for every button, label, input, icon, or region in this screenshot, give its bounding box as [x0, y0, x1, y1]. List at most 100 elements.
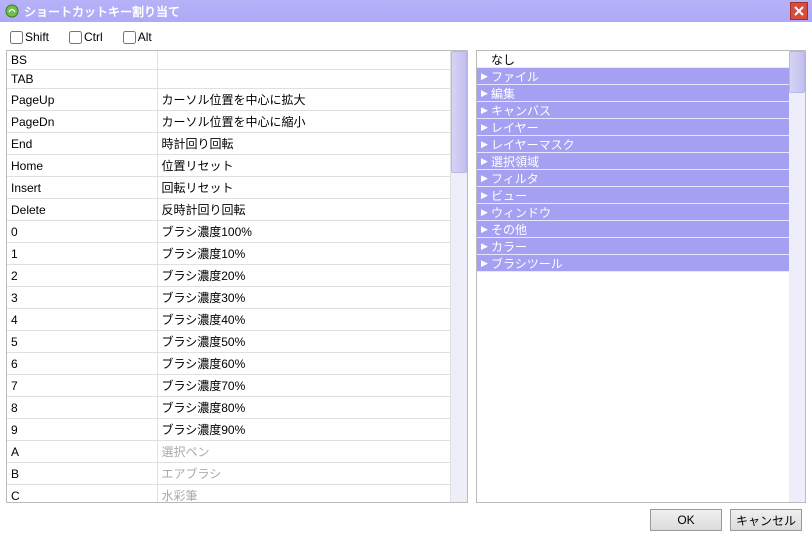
table-row[interactable]: 9ブラシ濃度90%: [7, 419, 451, 441]
key-table: BSTABPageUpカーソル位置を中心に拡大PageDnカーソル位置を中心に縮…: [7, 51, 451, 502]
category-item[interactable]: ▶編集: [477, 85, 789, 102]
shift-checkbox-label[interactable]: Shift: [10, 30, 49, 44]
table-row[interactable]: 3ブラシ濃度30%: [7, 287, 451, 309]
category-label: カラー: [491, 238, 527, 255]
category-item[interactable]: ▶レイヤー: [477, 119, 789, 136]
ctrl-checkbox-label[interactable]: Ctrl: [69, 30, 103, 44]
category-item[interactable]: ▶ウィンドウ: [477, 204, 789, 221]
key-cell: PageDn: [7, 111, 157, 133]
alt-checkbox-label[interactable]: Alt: [123, 30, 152, 44]
key-cell: 4: [7, 309, 157, 331]
key-cell: 3: [7, 287, 157, 309]
table-row[interactable]: Insert回転リセット: [7, 177, 451, 199]
action-cell: ブラシ濃度10%: [157, 243, 451, 265]
category-label: ファイル: [491, 68, 539, 85]
titlebar: ショートカットキー割り当て: [0, 0, 812, 22]
key-cell: B: [7, 463, 157, 485]
key-cell: A: [7, 441, 157, 463]
table-row[interactable]: 1ブラシ濃度10%: [7, 243, 451, 265]
table-row[interactable]: 8ブラシ濃度80%: [7, 397, 451, 419]
action-cell: ブラシ濃度80%: [157, 397, 451, 419]
table-row[interactable]: Bエアブラシ: [7, 463, 451, 485]
shift-label: Shift: [25, 30, 49, 44]
category-item[interactable]: ▶ブラシツール: [477, 255, 789, 272]
action-cell: ブラシ濃度50%: [157, 331, 451, 353]
category-list: ▶なし▶ファイル▶編集▶キャンバス▶レイヤー▶レイヤーマスク▶選択領域▶フィルタ…: [477, 51, 789, 272]
category-item[interactable]: ▶カラー: [477, 238, 789, 255]
table-row[interactable]: 2ブラシ濃度20%: [7, 265, 451, 287]
category-body[interactable]: ▶なし▶ファイル▶編集▶キャンバス▶レイヤー▶レイヤーマスク▶選択領域▶フィルタ…: [477, 51, 789, 502]
table-row[interactable]: 0ブラシ濃度100%: [7, 221, 451, 243]
key-cell: TAB: [7, 70, 157, 89]
action-cell: ブラシ濃度60%: [157, 353, 451, 375]
key-cell: PageUp: [7, 89, 157, 111]
ctrl-label: Ctrl: [84, 30, 103, 44]
right-vertical-scrollbar[interactable]: [789, 51, 805, 502]
table-row[interactable]: Home位置リセット: [7, 155, 451, 177]
category-label: レイヤー: [491, 119, 539, 136]
table-row[interactable]: BS: [7, 51, 451, 70]
key-cell: BS: [7, 51, 157, 70]
expand-arrow-icon: ▶: [481, 258, 491, 269]
action-cell: 時計回り回転: [157, 133, 451, 155]
window-title: ショートカットキー割り当て: [24, 3, 180, 20]
category-item[interactable]: ▶ビュー: [477, 187, 789, 204]
action-cell: エアブラシ: [157, 463, 451, 485]
table-row[interactable]: PageUpカーソル位置を中心に拡大: [7, 89, 451, 111]
key-cell: Delete: [7, 199, 157, 221]
expand-arrow-icon: ▶: [481, 156, 491, 167]
table-row[interactable]: A選択ペン: [7, 441, 451, 463]
key-cell: 7: [7, 375, 157, 397]
table-row[interactable]: 7ブラシ濃度70%: [7, 375, 451, 397]
category-label: なし: [491, 51, 515, 68]
expand-arrow-icon: ▶: [481, 241, 491, 252]
category-item[interactable]: ▶なし: [477, 51, 789, 68]
key-assignment-pane: BSTABPageUpカーソル位置を中心に拡大PageDnカーソル位置を中心に縮…: [6, 50, 468, 503]
ctrl-checkbox[interactable]: [69, 31, 82, 44]
category-label: その他: [491, 221, 527, 238]
table-row[interactable]: 6ブラシ濃度60%: [7, 353, 451, 375]
category-item[interactable]: ▶ファイル: [477, 68, 789, 85]
table-row[interactable]: TAB: [7, 70, 451, 89]
key-table-body[interactable]: BSTABPageUpカーソル位置を中心に拡大PageDnカーソル位置を中心に縮…: [7, 51, 451, 502]
table-row[interactable]: End時計回り回転: [7, 133, 451, 155]
key-cell: 8: [7, 397, 157, 419]
key-cell: 0: [7, 221, 157, 243]
category-label: フィルタ: [491, 170, 539, 187]
category-item[interactable]: ▶キャンバス: [477, 102, 789, 119]
shift-checkbox[interactable]: [10, 31, 23, 44]
action-cell: カーソル位置を中心に拡大: [157, 89, 451, 111]
key-cell: End: [7, 133, 157, 155]
table-row[interactable]: PageDnカーソル位置を中心に縮小: [7, 111, 451, 133]
category-item[interactable]: ▶フィルタ: [477, 170, 789, 187]
cancel-button[interactable]: キャンセル: [730, 509, 802, 531]
table-row[interactable]: 5ブラシ濃度50%: [7, 331, 451, 353]
action-cell: 水彩筆: [157, 485, 451, 503]
key-cell: 2: [7, 265, 157, 287]
category-label: 選択領域: [491, 153, 539, 170]
modifier-row: Shift Ctrl Alt: [6, 28, 806, 46]
category-pane: ▶なし▶ファイル▶編集▶キャンバス▶レイヤー▶レイヤーマスク▶選択領域▶フィルタ…: [476, 50, 806, 503]
category-label: ビュー: [491, 187, 527, 204]
category-item[interactable]: ▶選択領域: [477, 153, 789, 170]
expand-arrow-icon: ▶: [481, 190, 491, 201]
action-cell: 位置リセット: [157, 155, 451, 177]
key-cell: 5: [7, 331, 157, 353]
table-row[interactable]: C水彩筆: [7, 485, 451, 503]
category-label: レイヤーマスク: [491, 136, 575, 153]
table-row[interactable]: Delete反時計回り回転: [7, 199, 451, 221]
category-item[interactable]: ▶その他: [477, 221, 789, 238]
content-area: Shift Ctrl Alt BSTABPageUpカーソル位置を中心に拡大Pa…: [0, 22, 812, 537]
close-button[interactable]: [790, 2, 808, 20]
category-item[interactable]: ▶レイヤーマスク: [477, 136, 789, 153]
expand-arrow-icon: ▶: [481, 224, 491, 235]
key-cell: 6: [7, 353, 157, 375]
alt-checkbox[interactable]: [123, 31, 136, 44]
expand-arrow-icon: ▶: [481, 88, 491, 99]
left-vertical-scrollbar[interactable]: [451, 51, 467, 502]
table-row[interactable]: 4ブラシ濃度40%: [7, 309, 451, 331]
action-cell: ブラシ濃度70%: [157, 375, 451, 397]
ok-button[interactable]: OK: [650, 509, 722, 531]
key-cell: 1: [7, 243, 157, 265]
action-cell: ブラシ濃度20%: [157, 265, 451, 287]
